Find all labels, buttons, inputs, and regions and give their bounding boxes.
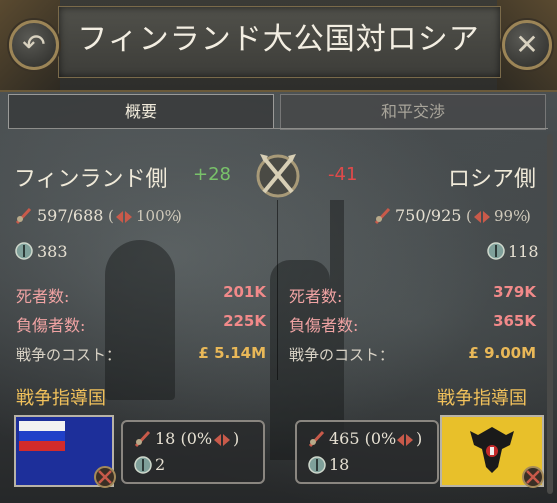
left-war-score: +28 [193, 164, 231, 185]
left-wounded-value: 225K [223, 312, 266, 330]
right-war-leader-heading: 戦争指導国 [437, 388, 527, 409]
right-cost-label: 戦争のコスト： [289, 346, 395, 364]
war-leader-badge-icon [522, 466, 544, 488]
tab-overview[interactable]: 概要 [8, 94, 274, 129]
left-army-morale-open: ( [108, 207, 114, 225]
crossed-swords-icon [256, 154, 300, 198]
army-icon [15, 207, 32, 225]
left-war-leader-heading: 戦争指導国 [16, 388, 106, 409]
left-cost-label: 戦争のコスト： [16, 346, 122, 364]
right-army-strength: 750/925 [395, 206, 462, 225]
right-leader-army: 465 (0% [329, 429, 397, 448]
morale-icon [116, 211, 132, 223]
currency-symbol: £ [198, 344, 209, 362]
left-deaths-value: 201K [223, 283, 266, 301]
right-army-morale-open: ( [466, 207, 472, 225]
morale-icon [214, 434, 230, 446]
right-leader-army-close: ) [416, 429, 423, 448]
right-deaths-value: 379K [493, 283, 536, 301]
navy-icon [487, 242, 505, 260]
left-leader-army-close: ) [233, 429, 240, 448]
left-cost-amount: 5.14M [214, 344, 266, 362]
morale-icon [474, 211, 490, 223]
currency-symbol: £ [468, 344, 479, 362]
close-icon: ✕ [515, 28, 539, 61]
right-army-morale: 99% [494, 207, 528, 225]
right-cost-amount: 9.00M [484, 344, 536, 362]
left-army-strength: 597/688 [37, 206, 104, 225]
morale-icon [397, 434, 413, 446]
right-cost-value: £ 9.00M [446, 344, 536, 362]
back-arrow-icon: ↶ [22, 28, 46, 61]
soldier-silhouette [105, 240, 175, 400]
army-icon [308, 430, 325, 448]
left-cost-value: £ 5.14M [176, 344, 266, 362]
tab-peace-negotiation[interactable]: 和平交渉 [280, 94, 546, 130]
right-wounded-label: 負傷者数: [289, 316, 359, 335]
army-icon [134, 430, 151, 448]
left-leader-navy: 2 [155, 455, 166, 474]
navy-icon [15, 242, 33, 260]
tab-panel-border [8, 128, 548, 129]
left-side-name: フィンランド側 [14, 167, 168, 192]
right-navy-strength: 118 [508, 242, 539, 261]
scrollbar[interactable] [547, 134, 553, 494]
right-deaths-label: 死者数: [289, 287, 343, 306]
right-army-morale-close: ) [525, 207, 531, 225]
left-army-morale-close: ) [176, 207, 182, 225]
left-wounded-label: 負傷者数: [16, 316, 86, 335]
army-icon [374, 207, 391, 225]
window-header: フィンランド大公国対ロシア ↶ ✕ [0, 0, 557, 92]
right-war-score: -41 [328, 164, 358, 185]
right-leader-navy: 18 [329, 455, 350, 474]
navy-icon [134, 456, 152, 474]
close-button[interactable]: ✕ [502, 20, 552, 70]
right-wounded-value: 365K [493, 312, 536, 330]
left-deaths-label: 死者数: [16, 287, 70, 306]
side-divider [277, 200, 278, 380]
right-side-name: ロシア側 [448, 167, 537, 192]
window-title: フィンランド大公国対ロシア [77, 22, 480, 57]
left-navy-strength: 383 [37, 242, 68, 261]
war-leader-badge-icon [94, 466, 116, 488]
navy-icon [308, 456, 326, 474]
left-army-morale: 100% [136, 207, 179, 225]
left-leader-army: 18 (0% [155, 429, 213, 448]
back-button[interactable]: ↶ [9, 20, 59, 70]
